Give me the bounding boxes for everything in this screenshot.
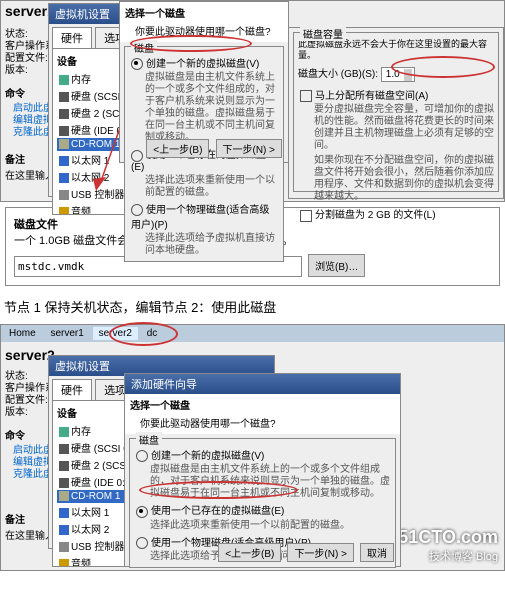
commands-header-2: 命令: [5, 427, 25, 442]
checkbox-alloc-now[interactable]: 马上分配所有磁盘空间(A): [298, 87, 494, 102]
select-disk-dialog: 选择一个磁盘 你要此驱动器使用哪一个磁盘? 磁盘 创建一个新的虚拟磁盘(V) 虚…: [119, 1, 289, 163]
next-button-3[interactable]: 下一步(N) >: [287, 543, 354, 562]
radio-create-new[interactable]: 创建一个新的虚拟磁盘(V): [129, 55, 279, 70]
server1-panel: server1 状态: 客户操作系统 配置文件: 版本: 命令 启动此虚拟 编辑…: [0, 0, 505, 202]
back-button[interactable]: <上一步(B): [146, 139, 209, 158]
capacity-panel: 磁盘容量 此虚拟磁盘永远不会大于你在这里设置的最大容量。 磁盘大小 (GB)(S…: [288, 27, 504, 199]
hdd-icon: [59, 444, 69, 454]
cd-icon: [59, 139, 69, 149]
hdd-icon: [59, 126, 69, 136]
net-icon: [59, 173, 69, 183]
add-hw-wizard-dialog: 添加硬件向导 选择一个磁盘 你要此驱动器使用哪一个磁盘? 磁盘 创建一个新的虚拟…: [124, 373, 401, 567]
tab-server2[interactable]: server2: [93, 327, 138, 340]
commands-header: 命令: [5, 85, 25, 100]
audio-icon: [59, 559, 69, 567]
net-icon: [59, 508, 69, 518]
hdd-icon: [59, 92, 69, 102]
radio-create-desc: 虚拟磁盘是由主机文件系统上的一个或多个文件组成的，对于客户机系统来说则显示为一个…: [129, 72, 279, 144]
radio-icon: [131, 150, 143, 162]
radio-icon: [136, 506, 148, 518]
notes-header: 备注: [5, 151, 25, 166]
select-disk-sub-2: 你要此驱动器使用哪一个磁盘?: [125, 415, 400, 434]
disk-group-title: 磁盘: [131, 40, 157, 55]
radio-existing-desc-2: 选择此选项来重新使用一个以前配置的磁盘。: [134, 520, 391, 532]
radio-physical[interactable]: 使用一个物理磁盘(适合高级用户)(P): [129, 201, 279, 231]
select-disk-title: 选择一个磁盘: [120, 2, 288, 23]
radio-existing-desc: 选择此选项来重新使用一个以前配置的磁盘。: [129, 175, 279, 199]
memory-icon: [59, 427, 69, 437]
tab-dc[interactable]: dc: [141, 327, 164, 340]
cancel-button[interactable]: 取消: [360, 543, 394, 562]
window-tabs: Home server1 server2 dc: [1, 325, 504, 342]
browse-button[interactable]: 浏览(B)…: [308, 254, 365, 277]
net-icon: [59, 156, 69, 166]
next-button[interactable]: 下一步(N) >: [216, 139, 283, 158]
radio-icon: [131, 58, 143, 70]
alloc-desc: 要分虚拟磁盘完全容量，可增加你的虚拟机的性能。然而磁盘将花费更长的时间来创建并且…: [298, 104, 494, 152]
radio-icon: [131, 204, 143, 216]
tab-hardware[interactable]: 硬件: [52, 27, 92, 48]
add-hw-title: 添加硬件向导: [125, 374, 400, 394]
radio-create-desc-2: 虚拟磁盘是由主机文件系统上的一个或多个文件组成的，对于客户机系统来说则显示为一个…: [134, 464, 391, 500]
size-label: 磁盘大小 (GB)(S):: [298, 69, 378, 80]
capacity-note: 此虚拟磁盘永远不会大于你在这里设置的最大容量。: [298, 39, 494, 61]
cd-icon: [59, 491, 69, 501]
size-spinner[interactable]: 1.0: [381, 67, 415, 82]
usb-icon: [59, 190, 69, 200]
audio-icon: [59, 207, 69, 215]
memory-icon: [59, 75, 69, 85]
tab-hardware-2[interactable]: 硬件: [52, 379, 92, 400]
back-button-3[interactable]: <上一步(B): [218, 543, 281, 562]
disk-file-group-title: 磁盘文件: [14, 219, 58, 231]
checkbox-icon: [300, 90, 312, 102]
checkbox-split[interactable]: 分割磁盘为 2 GB 的文件(L): [298, 206, 494, 221]
version-label: 版本:: [5, 61, 28, 76]
version-label-2: 版本:: [5, 403, 28, 418]
usb-icon: [59, 542, 69, 552]
tab-server1[interactable]: server1: [44, 327, 89, 340]
radio-icon: [136, 450, 148, 462]
select-disk-title-2: 选择一个磁盘: [125, 394, 400, 415]
hdd-icon: [59, 461, 69, 471]
watermark: 51CTO.com 技术博客 Blog: [398, 527, 498, 564]
net-icon: [59, 525, 69, 535]
alloc-desc2: 如果你现在不分配磁盘空间，你的虚拟磁盘文件将开始会很小，然后随着你添加应用程序、…: [298, 155, 494, 203]
radio-use-existing-2[interactable]: 使用一个已存在的虚拟磁盘(E): [134, 502, 391, 517]
hdd-icon: [59, 478, 69, 488]
radio-physical-desc: 选择此选项给予虚拟机直接访问本地硬盘。: [129, 233, 279, 257]
instruction-note: 节点 1 保持关机状态，编辑节点 2：使用此磁盘: [0, 289, 505, 324]
radio-create-new-2[interactable]: 创建一个新的虚拟磁盘(V): [134, 447, 391, 462]
checkbox-icon: [300, 210, 312, 222]
tab-home[interactable]: Home: [3, 327, 42, 340]
notes-header-2: 备注: [5, 511, 25, 526]
radio-icon: [136, 537, 148, 549]
disk-group-title-2: 磁盘: [136, 432, 162, 447]
capacity-group-title: 磁盘容量: [300, 26, 346, 41]
server2-panel: Home server1 server2 dc server2 状态: 客户操作…: [0, 324, 505, 571]
hdd-icon: [59, 109, 69, 119]
